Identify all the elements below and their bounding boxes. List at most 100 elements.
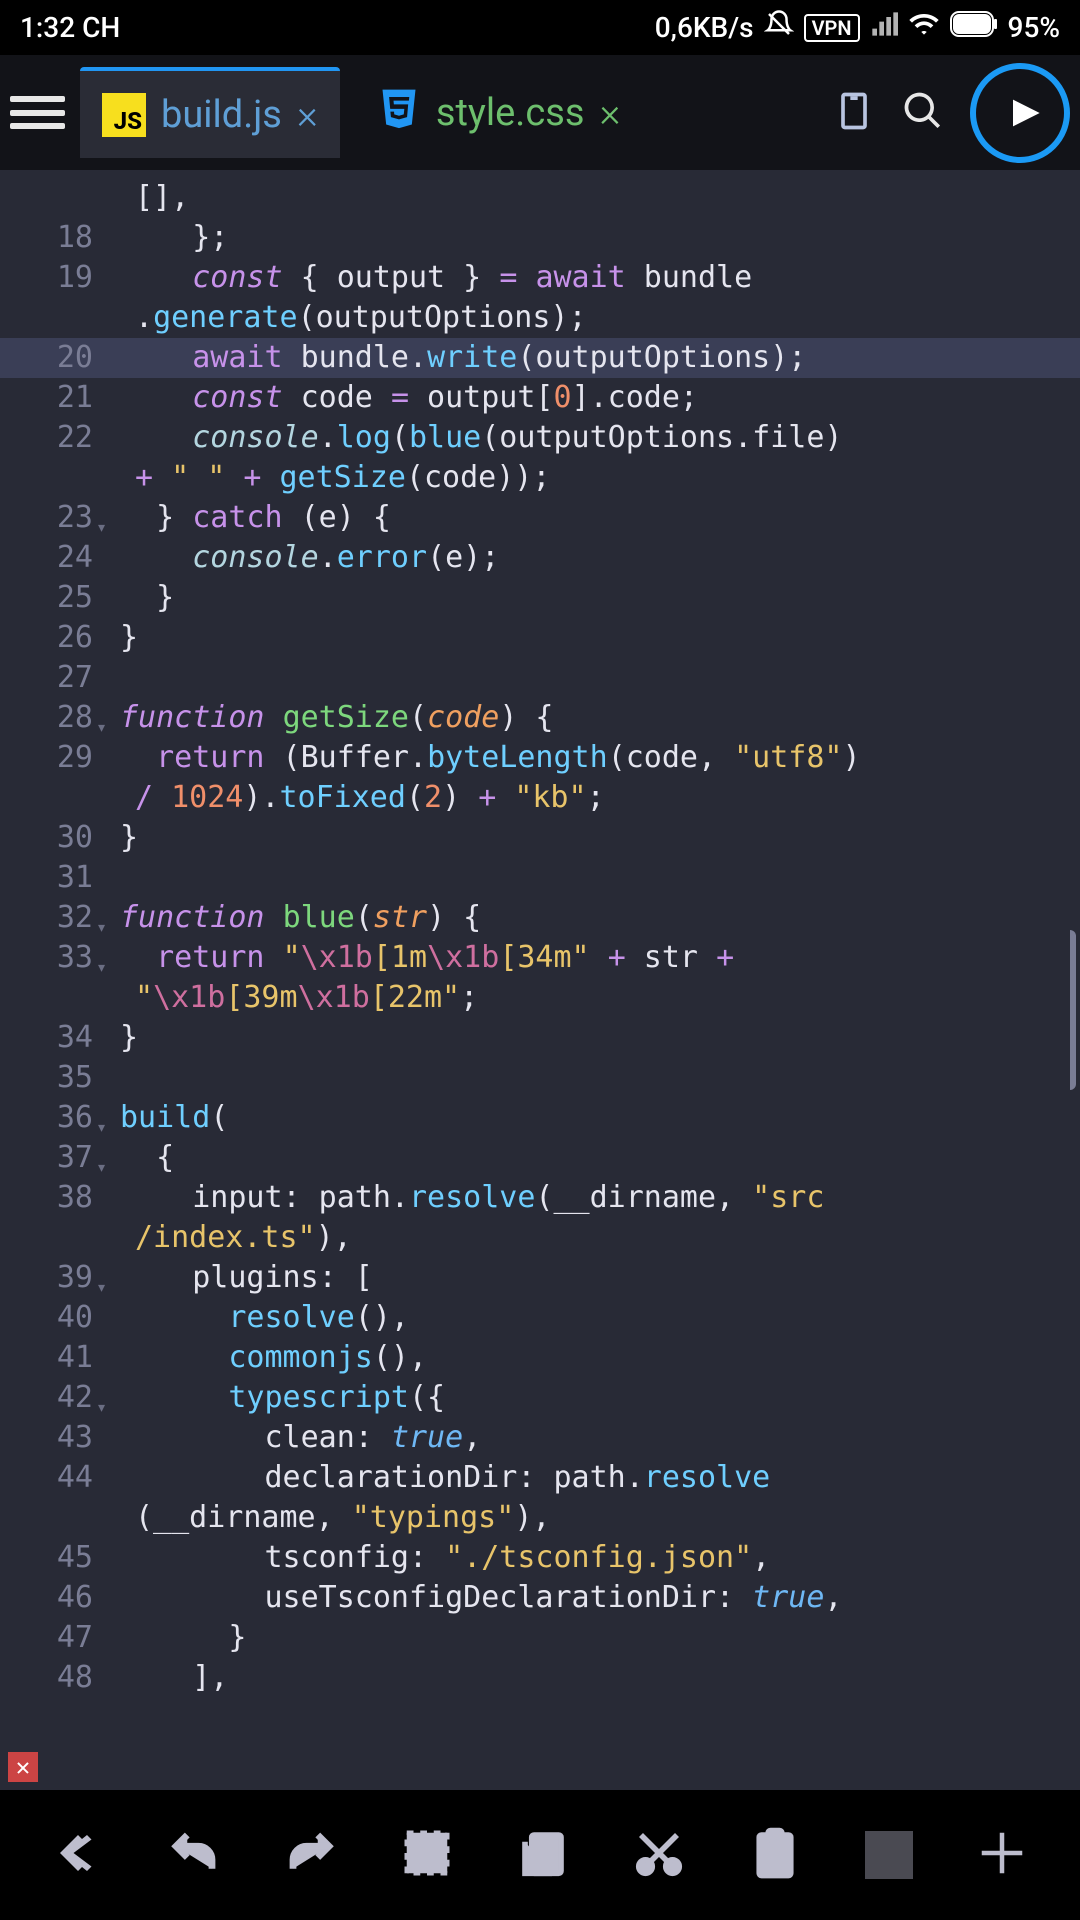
code-content[interactable]: typescript({: [105, 1378, 445, 1418]
code-line[interactable]: 28▾function getSize(code) {: [0, 698, 1080, 738]
tab-style-css[interactable]: style.css ×: [355, 66, 643, 160]
code-content[interactable]: + " " + getSize(code));: [105, 458, 550, 498]
close-icon[interactable]: ×: [297, 91, 318, 138]
code-content[interactable]: };: [105, 218, 228, 258]
code-editor[interactable]: ✕ [],18 };19 const { output } = await bu…: [0, 170, 1080, 1790]
search-icon[interactable]: [901, 89, 945, 137]
close-icon[interactable]: ×: [599, 89, 620, 136]
code-line[interactable]: 42▾ typescript({: [0, 1378, 1080, 1418]
code-content[interactable]: (__dirname, "typings"),: [105, 1498, 550, 1538]
code-line[interactable]: "\x1b[39m\x1b[22m";: [0, 978, 1080, 1018]
code-content[interactable]: console.log(blue(outputOptions.file): [105, 418, 861, 458]
code-content[interactable]: const { output } = await bundle: [105, 258, 752, 298]
code-line[interactable]: 22 console.log(blue(outputOptions.file): [0, 418, 1080, 458]
line-number: 38: [0, 1178, 105, 1218]
code-line[interactable]: 26}: [0, 618, 1080, 658]
code-content[interactable]: .generate(outputOptions);: [105, 298, 587, 338]
code-content[interactable]: [],: [105, 178, 189, 218]
code-content[interactable]: useTsconfigDeclarationDir: true,: [105, 1578, 842, 1618]
code-content[interactable]: / 1024).toFixed(2) + "kb";: [105, 778, 605, 818]
code-line[interactable]: 29 return (Buffer.byteLength(code, "utf8…: [0, 738, 1080, 778]
code-content[interactable]: console.error(e);: [105, 538, 499, 578]
code-content[interactable]: input: path.resolve(__dirname, "src: [105, 1178, 824, 1218]
code-line[interactable]: 25 }: [0, 578, 1080, 618]
run-button[interactable]: [970, 63, 1070, 163]
code-content[interactable]: [105, 1058, 120, 1098]
stop-button[interactable]: [865, 1831, 913, 1879]
code-content[interactable]: await bundle.write(outputOptions);: [105, 338, 806, 378]
code-line[interactable]: 36▾build(: [0, 1098, 1080, 1138]
code-content[interactable]: {: [105, 1138, 174, 1178]
code-line[interactable]: 23▾ } catch (e) {: [0, 498, 1080, 538]
code-line[interactable]: 45 tsconfig: "./tsconfig.json",: [0, 1538, 1080, 1578]
add-button[interactable]: [975, 1826, 1029, 1884]
code-content[interactable]: "\x1b[39m\x1b[22m";: [105, 978, 478, 1018]
code-content[interactable]: plugins: [: [105, 1258, 373, 1298]
code-content[interactable]: build(: [105, 1098, 228, 1138]
code-content[interactable]: tsconfig: "./tsconfig.json",: [105, 1538, 770, 1578]
code-content[interactable]: return "\x1b[1m\x1b[34m" + str +: [105, 938, 752, 978]
code-line[interactable]: 33▾ return "\x1b[1m\x1b[34m" + str +: [0, 938, 1080, 978]
code-line[interactable]: 40 resolve(),: [0, 1298, 1080, 1338]
code-line[interactable]: 30}: [0, 818, 1080, 858]
code-line[interactable]: 27: [0, 658, 1080, 698]
code-content[interactable]: [105, 858, 120, 898]
select-all-button[interactable]: [400, 1826, 454, 1884]
menu-button[interactable]: [10, 90, 65, 135]
code-line[interactable]: 48 ],: [0, 1658, 1080, 1698]
redo-button[interactable]: [284, 1826, 338, 1884]
code-line[interactable]: /index.ts"),: [0, 1218, 1080, 1258]
undo-button[interactable]: [167, 1826, 221, 1884]
code-line[interactable]: 19 const { output } = await bundle: [0, 258, 1080, 298]
line-number: 47: [0, 1618, 105, 1658]
device-preview-icon[interactable]: [832, 89, 876, 137]
line-number: 44: [0, 1458, 105, 1498]
code-line[interactable]: / 1024).toFixed(2) + "kb";: [0, 778, 1080, 818]
code-line[interactable]: 37▾ {: [0, 1138, 1080, 1178]
paste-button[interactable]: [748, 1826, 802, 1884]
code-content[interactable]: ],: [105, 1658, 228, 1698]
code-content[interactable]: const code = output[0].code;: [105, 378, 698, 418]
code-line[interactable]: 20 await bundle.write(outputOptions);: [0, 338, 1080, 378]
code-line[interactable]: 44 declarationDir: path.resolve: [0, 1458, 1080, 1498]
code-content[interactable]: }: [105, 818, 138, 858]
code-line[interactable]: (__dirname, "typings"),: [0, 1498, 1080, 1538]
code-content[interactable]: /index.ts"),: [105, 1218, 352, 1258]
code-content[interactable]: }: [105, 578, 174, 618]
code-content[interactable]: commonjs(),: [105, 1338, 427, 1378]
code-line[interactable]: 32▾function blue(str) {: [0, 898, 1080, 938]
code-line[interactable]: 31: [0, 858, 1080, 898]
code-line[interactable]: [],: [0, 178, 1080, 218]
error-badge[interactable]: ✕: [8, 1752, 38, 1782]
code-content[interactable]: }: [105, 618, 138, 658]
code-line[interactable]: .generate(outputOptions);: [0, 298, 1080, 338]
code-content[interactable]: function blue(str) {: [105, 898, 481, 938]
code-content[interactable]: clean: true,: [105, 1418, 481, 1458]
code-line[interactable]: 24 console.error(e);: [0, 538, 1080, 578]
scrollbar[interactable]: [1064, 930, 1076, 1090]
copy-button[interactable]: [516, 1826, 570, 1884]
code-content[interactable]: } catch (e) {: [105, 498, 391, 538]
code-line[interactable]: 38 input: path.resolve(__dirname, "src: [0, 1178, 1080, 1218]
code-line[interactable]: 34}: [0, 1018, 1080, 1058]
code-content[interactable]: [105, 658, 120, 698]
code-line[interactable]: 46 useTsconfigDeclarationDir: true,: [0, 1578, 1080, 1618]
code-line[interactable]: 39▾ plugins: [: [0, 1258, 1080, 1298]
code-line[interactable]: 41 commonjs(),: [0, 1338, 1080, 1378]
collapse-button[interactable]: [51, 1826, 105, 1884]
code-line[interactable]: + " " + getSize(code));: [0, 458, 1080, 498]
cut-button[interactable]: [632, 1826, 686, 1884]
line-number: 23▾: [0, 498, 105, 538]
code-line[interactable]: 35: [0, 1058, 1080, 1098]
tab-build-js[interactable]: JS build.js ×: [80, 67, 340, 158]
code-content[interactable]: resolve(),: [105, 1298, 409, 1338]
code-line[interactable]: 47 }: [0, 1618, 1080, 1658]
code-line[interactable]: 21 const code = output[0].code;: [0, 378, 1080, 418]
code-content[interactable]: declarationDir: path.resolve: [105, 1458, 770, 1498]
code-line[interactable]: 18 };: [0, 218, 1080, 258]
code-line[interactable]: 43 clean: true,: [0, 1418, 1080, 1458]
code-content[interactable]: return (Buffer.byteLength(code, "utf8"): [105, 738, 879, 778]
code-content[interactable]: }: [105, 1618, 246, 1658]
code-content[interactable]: function getSize(code) {: [105, 698, 554, 738]
code-content[interactable]: }: [105, 1018, 138, 1058]
